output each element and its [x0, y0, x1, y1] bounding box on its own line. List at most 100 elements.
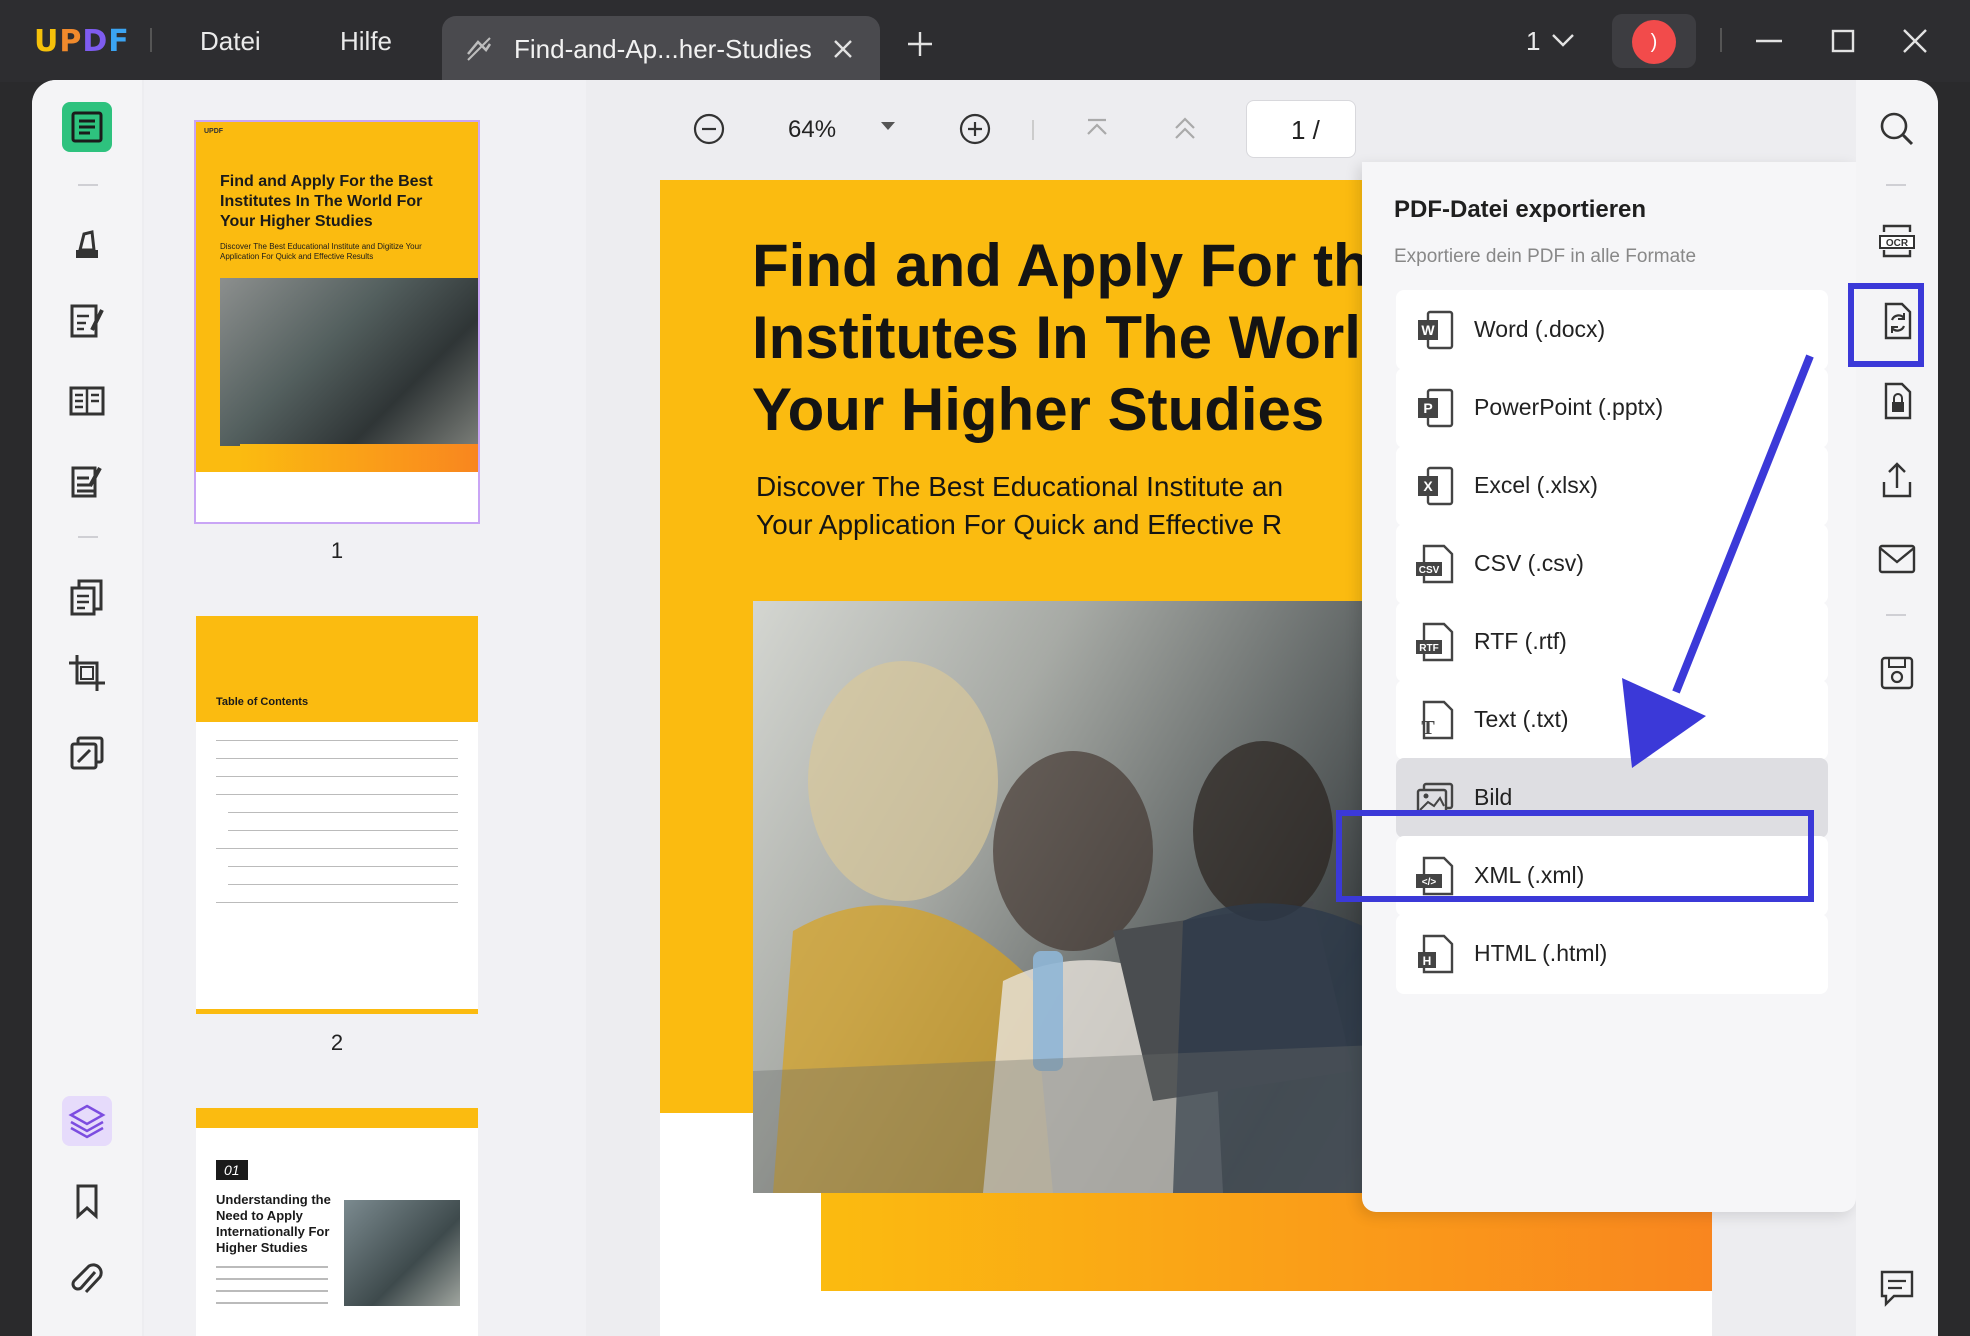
toc-footer-strip	[196, 1009, 478, 1014]
search-icon[interactable]	[1874, 106, 1920, 152]
page-number-1: 1	[330, 538, 344, 563]
page-number-2: 2	[330, 1030, 344, 1055]
crop-button[interactable]	[62, 648, 112, 698]
close-window-icon[interactable]	[1898, 24, 1932, 58]
comment-tool-button[interactable]	[62, 220, 112, 270]
page-thumbnail-3[interactable]: 01 Understanding the Need to Apply Inter…	[196, 1108, 478, 1336]
share-icon[interactable]	[1874, 458, 1920, 504]
format-label: Word (.docx)	[1474, 316, 1606, 342]
document-edit-icon	[467, 37, 492, 61]
layers-icon	[68, 1104, 106, 1139]
export-text-button[interactable]: T Text (.txt)	[1396, 680, 1828, 760]
thumbnail-panel: UPDF Find and Apply For the Best Institu…	[144, 80, 586, 1336]
text-line	[216, 1302, 328, 1304]
export-panel: PDF-Datei exportieren Exportiere dein PD…	[1362, 162, 1856, 1212]
text-line	[216, 1278, 328, 1280]
rail-divider	[1886, 614, 1906, 616]
highlighter-icon	[76, 230, 98, 258]
export-html-button[interactable]: H HTML (.html)	[1396, 914, 1828, 994]
close-tab-icon[interactable]	[830, 36, 856, 62]
page-layout-button[interactable]	[62, 376, 112, 426]
rtf-icon: RTF	[1416, 622, 1454, 662]
rail-divider	[1886, 184, 1906, 186]
format-label: Text (.txt)	[1474, 706, 1569, 732]
ocr-icon[interactable]: OCR	[1874, 218, 1920, 264]
first-page-icon[interactable]	[1080, 112, 1114, 146]
zoom-dropdown-icon[interactable]	[876, 114, 900, 138]
thumbnail-logo: UPDF	[204, 128, 224, 135]
svg-text:P: P	[1423, 400, 1432, 416]
email-icon[interactable]	[1874, 536, 1920, 582]
text-icon: T	[1421, 700, 1454, 740]
minimize-icon[interactable]	[1752, 24, 1786, 58]
export-rtf-button[interactable]: RTF RTF (.rtf)	[1396, 602, 1828, 682]
form-edit-button[interactable]	[62, 456, 112, 506]
maximize-icon[interactable]	[1826, 24, 1860, 58]
layers-button[interactable]	[62, 1096, 112, 1146]
chapter-photo	[344, 1200, 460, 1306]
page-number-input[interactable]: 1 /	[1246, 100, 1356, 158]
toc-line	[216, 740, 458, 741]
bild-highlight-annotation	[1336, 810, 1814, 902]
layout-icon	[69, 386, 105, 416]
edit-pdf-button[interactable]	[62, 296, 112, 346]
format-label: PowerPoint (.pptx)	[1474, 394, 1664, 420]
export-excel-button[interactable]: X Excel (.xlsx)	[1396, 446, 1828, 526]
toc-line	[216, 848, 458, 849]
panel-title: PDF-Datei exportieren	[1394, 196, 1647, 223]
svg-text:OCR: OCR	[1886, 238, 1909, 249]
reader-icon	[71, 111, 103, 143]
title-bar: UPDF Datei Hilfe Find-and-Ap...her-Studi…	[0, 0, 1970, 82]
menu-datei[interactable]: Datei	[200, 26, 261, 57]
chapter-header-background	[196, 1108, 478, 1128]
previous-page-icon[interactable]	[1168, 112, 1202, 146]
protect-icon[interactable]	[1874, 378, 1920, 424]
export-csv-button[interactable]: CSV CSV (.csv)	[1396, 524, 1828, 604]
organize-pages-button[interactable]	[62, 572, 112, 622]
format-label: Excel (.xlsx)	[1474, 472, 1598, 498]
left-toolbar	[32, 80, 142, 1336]
comments-icon[interactable]	[1874, 1264, 1920, 1310]
export-powerpoint-button[interactable]: P PowerPoint (.pptx)	[1396, 368, 1828, 448]
svg-text:T: T	[1421, 717, 1435, 739]
svg-text:W: W	[1421, 322, 1435, 338]
avatar: )	[1632, 20, 1676, 64]
bookmark-button[interactable]	[62, 1176, 112, 1226]
page-thumbnail-2[interactable]: Table of Contents	[196, 616, 478, 1014]
reader-mode-button[interactable]	[62, 102, 112, 152]
title-divider	[1720, 28, 1722, 52]
zoom-level[interactable]: 64%	[788, 116, 836, 144]
attachment-button[interactable]	[62, 1256, 112, 1306]
toc-line	[216, 902, 458, 903]
document-tab[interactable]: Find-and-Ap...her-Studies	[442, 16, 880, 82]
toc-line	[228, 866, 458, 867]
chevron-down-icon[interactable]	[1550, 30, 1576, 50]
html-icon: H	[1418, 934, 1454, 974]
menu-hilfe[interactable]: Hilfe	[340, 26, 392, 57]
svg-text:X: X	[1423, 478, 1433, 494]
panel-subtitle: Exportiere dein PDF in alle Formate	[1394, 246, 1697, 267]
rail-divider	[78, 184, 98, 186]
format-label: CSV (.csv)	[1474, 550, 1584, 576]
powerpoint-icon: P	[1418, 388, 1454, 428]
text-line	[216, 1266, 328, 1268]
edit-text-icon	[70, 304, 104, 338]
title-divider	[150, 28, 152, 52]
svg-text:RTF: RTF	[1419, 643, 1438, 654]
toolbar-divider	[1032, 120, 1034, 140]
excel-icon: X	[1418, 466, 1454, 506]
paperclip-icon	[71, 1263, 103, 1294]
page-thumbnail-1[interactable]: UPDF Find and Apply For the Best Institu…	[194, 120, 480, 524]
toc-line	[228, 812, 458, 813]
save-icon[interactable]	[1874, 650, 1920, 696]
bookmark-icon	[76, 1184, 98, 1220]
user-account-button[interactable]: )	[1612, 14, 1696, 68]
csv-icon: CSV	[1416, 544, 1454, 584]
export-word-button[interactable]: W Word (.docx)	[1396, 290, 1828, 370]
toc-title: Table of Contents	[216, 696, 309, 708]
open-documents-count: 1	[1526, 26, 1541, 56]
new-tab-icon[interactable]	[906, 30, 934, 58]
batch-tool-button[interactable]	[62, 728, 112, 778]
zoom-in-icon[interactable]	[958, 112, 992, 146]
zoom-out-icon[interactable]	[692, 112, 726, 146]
